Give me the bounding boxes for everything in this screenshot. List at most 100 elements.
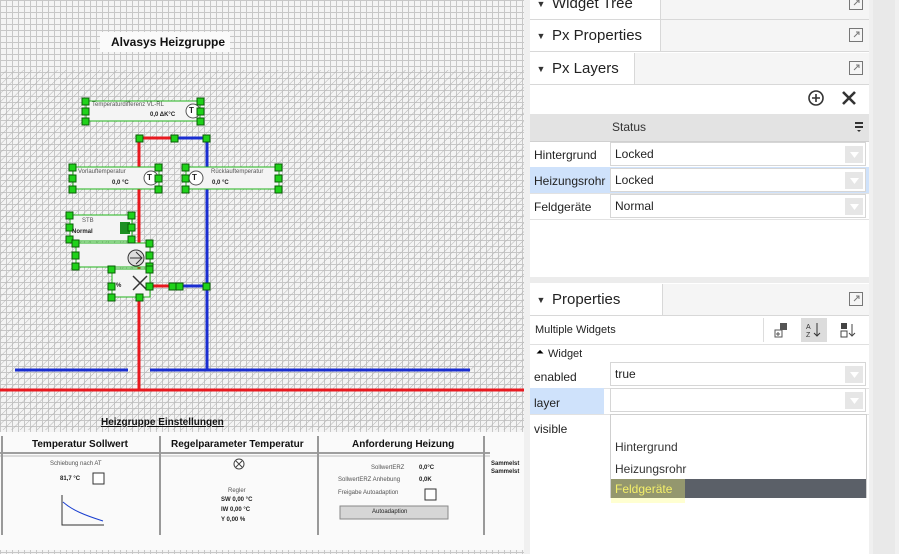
sammel-label-2: Sammelst bbox=[491, 469, 520, 475]
thermometer-icon: T bbox=[192, 173, 197, 182]
chevron-down-icon[interactable]: ▼ bbox=[530, 31, 552, 41]
sensor-label-diff: Temperaturdifferenz VL-RL bbox=[92, 102, 164, 108]
column-header-anforderung: Anforderung Heizung bbox=[352, 439, 455, 450]
dropdown-option-label: Hintergrund bbox=[615, 440, 678, 454]
thermometer-icon: T bbox=[147, 173, 152, 182]
freigabe-label: Freigabe Autoadaption bbox=[338, 490, 399, 496]
sort-button[interactable]: A Z bbox=[801, 318, 827, 342]
checkbox-autoadaption bbox=[424, 488, 437, 501]
sort-order-icon[interactable] bbox=[839, 321, 857, 339]
dropdown-option[interactable]: Hintergrund bbox=[611, 435, 866, 456]
schiebung-label: Schiebung nach AT bbox=[50, 461, 102, 467]
widget-group-header[interactable]: ⏶ Widget bbox=[530, 344, 869, 364]
sollwert-value: 81,7 °C bbox=[60, 476, 81, 482]
dropdown-option-selected[interactable]: Feldgeräte bbox=[611, 479, 866, 503]
chevron-down-icon[interactable] bbox=[845, 146, 863, 163]
svg-text:Z: Z bbox=[806, 332, 811, 339]
delete-layer-icon[interactable] bbox=[840, 89, 858, 107]
layer-status-select[interactable]: Locked bbox=[610, 142, 866, 166]
maximize-icon[interactable] bbox=[849, 292, 863, 306]
add-widget-icon[interactable] bbox=[772, 321, 790, 339]
properties-header[interactable]: ▼ Properties bbox=[530, 284, 869, 316]
status-column-header[interactable]: Status bbox=[612, 120, 646, 134]
anhebung-label: SollwertERZ Anhebung bbox=[338, 477, 401, 483]
svg-text:A: A bbox=[806, 324, 811, 331]
widget-tree-title: Widget Tree bbox=[552, 0, 633, 12]
side-panel-area: ▼ Widget Tree ▼ Px Properties ▼ Px Layer… bbox=[524, 0, 899, 554]
side-scrollbar[interactable] bbox=[869, 0, 899, 554]
widget-tree-header[interactable]: ▼ Widget Tree bbox=[530, 0, 869, 20]
enabled-value: true bbox=[615, 367, 636, 381]
chevron-down-icon[interactable] bbox=[845, 198, 863, 215]
layer-row[interactable]: Feldgeräte Normal bbox=[530, 193, 869, 220]
sammel-label-1: Sammelst bbox=[491, 461, 520, 467]
chevron-down-icon[interactable]: ▼ bbox=[530, 0, 552, 9]
layer-name: Heizungsrohr bbox=[534, 174, 606, 188]
property-name: visible bbox=[534, 422, 568, 436]
anhebung-value: 0,0K bbox=[419, 477, 432, 483]
property-name: enabled bbox=[534, 370, 577, 384]
layers-table-header: Status bbox=[530, 114, 869, 142]
chevron-down-icon[interactable] bbox=[845, 392, 863, 409]
checkbox-col1 bbox=[92, 472, 105, 485]
dropdown-option[interactable]: Heizungsrohr bbox=[611, 457, 866, 478]
dropdown-option-label: Feldgeräte bbox=[615, 482, 673, 496]
sensor-label-vorlauf: Vorlauftemperatur bbox=[78, 169, 126, 175]
layer-name: Feldgeräte bbox=[534, 200, 592, 214]
chevron-down-icon[interactable] bbox=[845, 172, 863, 189]
layer-dropdown-list: Hintergrund Heizungsrohr Feldgeräte bbox=[610, 414, 867, 503]
page-title: Alvasys Heizgruppe bbox=[111, 35, 226, 49]
regler-y: Y 0,00 % bbox=[221, 517, 246, 523]
maximize-icon[interactable] bbox=[849, 28, 863, 42]
settings-title: Heizgruppe Einstellungen bbox=[101, 417, 224, 428]
column-header-regelparameter: Regelparameter Temperatur bbox=[171, 439, 304, 450]
panel-splitter[interactable] bbox=[530, 277, 869, 283]
sort-alpha-icon[interactable]: A Z bbox=[805, 321, 823, 339]
column-header-sollwert: Temperatur Sollwert bbox=[32, 439, 128, 450]
px-editor-canvas[interactable]: Alvasys Heizgruppe Temperaturdifferenz V… bbox=[0, 0, 524, 554]
sensor-value-vorlauf: 0,0 °C bbox=[112, 180, 129, 186]
valve-percent: % bbox=[116, 283, 122, 289]
stb-label: STB bbox=[82, 218, 94, 224]
sensor-label-ruecklauf: Rücklauftemperatur bbox=[211, 169, 264, 175]
properties-subtitle: Multiple Widgets bbox=[535, 324, 616, 336]
regler-iw: IW 0,00 °C bbox=[221, 507, 251, 513]
sensor-value-diff: 0,0 ΔK°C bbox=[150, 112, 176, 118]
maximize-icon[interactable] bbox=[849, 61, 863, 75]
layer-select[interactable] bbox=[610, 388, 866, 412]
px-layers-header[interactable]: ▼ Px Layers bbox=[530, 53, 869, 85]
px-layers-title: Px Layers bbox=[552, 60, 619, 77]
regler-label: Regler bbox=[228, 488, 246, 494]
sollwert-erz-value: 0,0°C bbox=[419, 465, 435, 471]
stb-value: Normal bbox=[72, 229, 93, 235]
sollwert-erz-label: SollwertERZ bbox=[371, 465, 405, 471]
layer-row[interactable]: Hintergrund Locked bbox=[530, 141, 869, 168]
chevron-down-icon[interactable]: ▼ bbox=[530, 295, 552, 305]
dropdown-option-label: Heizungsrohr bbox=[615, 462, 687, 476]
layer-status-select[interactable]: Normal bbox=[610, 194, 866, 218]
autoadaption-button[interactable]: Autoadaption bbox=[372, 509, 407, 515]
layer-row[interactable]: Heizungsrohr Locked bbox=[530, 167, 869, 194]
properties-toolbar: Multiple Widgets A Z bbox=[530, 316, 869, 345]
property-name: layer bbox=[534, 396, 561, 410]
layer-status-value: Normal bbox=[615, 199, 654, 213]
collapse-up-icon[interactable]: ⏶ bbox=[536, 347, 544, 358]
layer-name: Hintergrund bbox=[534, 148, 597, 162]
layer-status-value: Locked bbox=[615, 147, 654, 161]
canvas-graphics bbox=[0, 32, 524, 550]
property-row[interactable]: enabled true bbox=[530, 362, 869, 389]
maximize-icon[interactable] bbox=[849, 0, 863, 10]
px-properties-header[interactable]: ▼ Px Properties bbox=[530, 20, 869, 52]
chevron-down-icon[interactable]: ▼ bbox=[530, 64, 552, 74]
sensor-value-ruecklauf: 0,0 °C bbox=[212, 180, 229, 186]
regler-sw: SW 0,00 °C bbox=[221, 497, 253, 503]
layer-status-value: Locked bbox=[615, 173, 654, 187]
enabled-select[interactable]: true bbox=[610, 362, 866, 386]
column-menu-icon[interactable] bbox=[854, 121, 864, 133]
layer-status-select[interactable]: Locked bbox=[610, 168, 866, 192]
property-row[interactable]: layer bbox=[530, 388, 869, 415]
properties-title: Properties bbox=[552, 291, 621, 308]
px-properties-title: Px Properties bbox=[552, 27, 643, 44]
add-layer-icon[interactable] bbox=[807, 89, 825, 107]
chevron-down-icon[interactable] bbox=[845, 366, 863, 383]
